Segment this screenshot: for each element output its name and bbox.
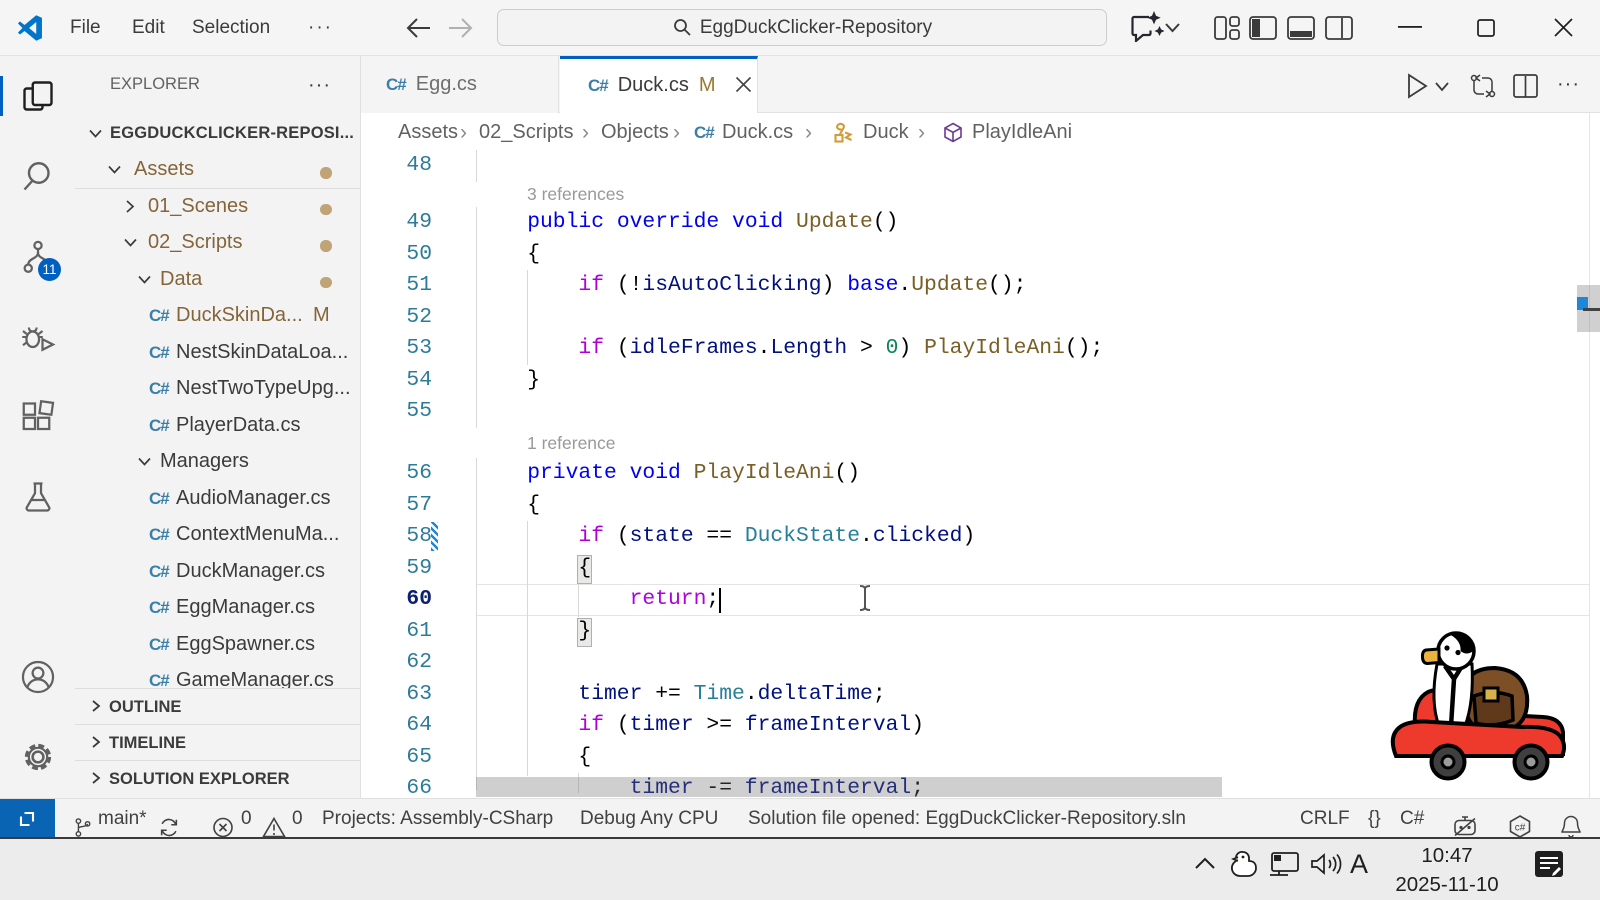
svg-text:c#: c#: [1515, 823, 1526, 834]
